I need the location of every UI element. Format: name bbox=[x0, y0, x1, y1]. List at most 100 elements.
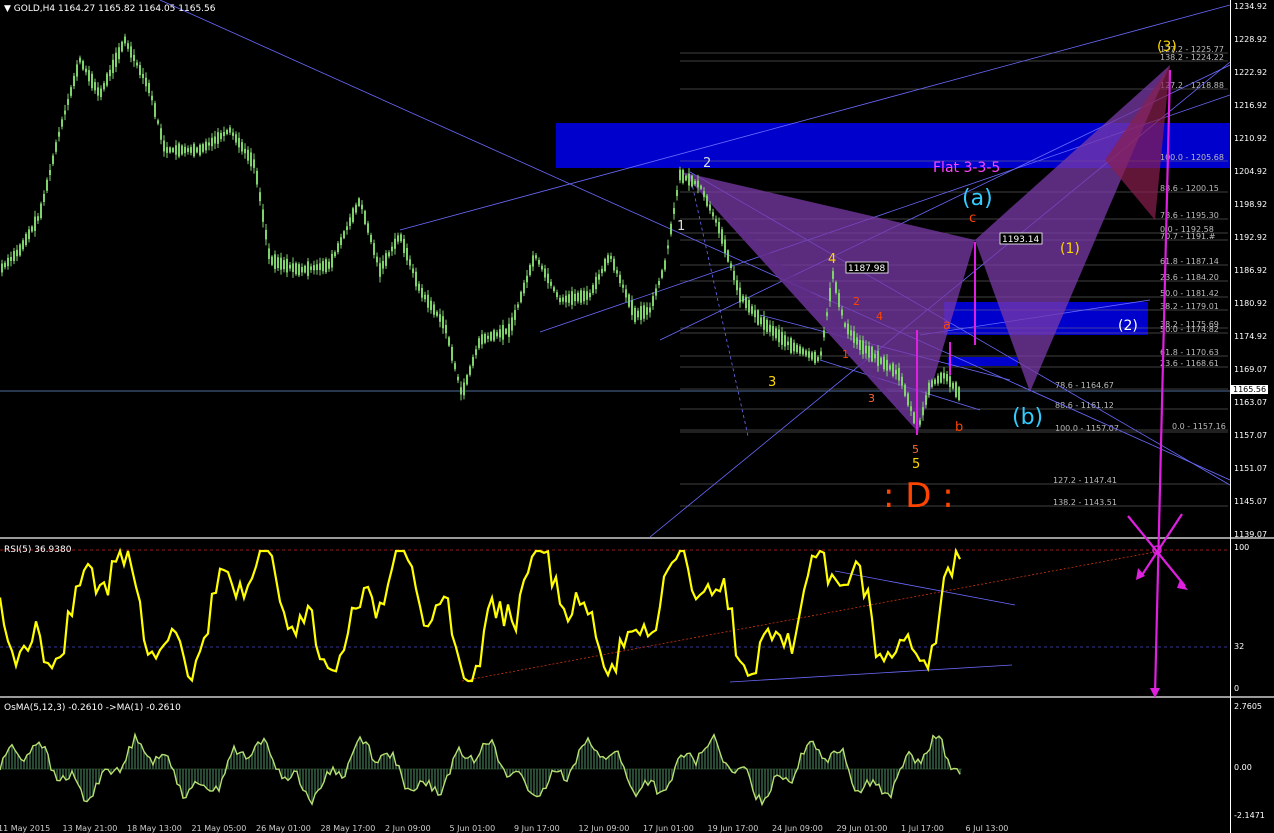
candle-body bbox=[748, 299, 750, 313]
pane-separator[interactable] bbox=[0, 537, 1274, 539]
candle-body bbox=[676, 190, 678, 196]
price-chart-pane[interactable]: 127.2 - 1225.77 138.2 - 1224.22 127.2 - 12… bbox=[0, 0, 1230, 537]
candle-body bbox=[424, 294, 426, 300]
fib-label: 100.0 - 1157.07 bbox=[1055, 424, 1119, 433]
candle-body bbox=[958, 387, 960, 401]
chart-header: ▼ GOLD,H4 1164.27 1165.82 1164.05 1165.5… bbox=[4, 4, 215, 14]
candle-body bbox=[814, 351, 816, 364]
candle-body bbox=[4, 262, 6, 268]
candle-body bbox=[622, 284, 624, 288]
candle-body bbox=[937, 375, 939, 384]
candle-body bbox=[583, 290, 585, 302]
pane-separator[interactable] bbox=[0, 696, 1274, 698]
candle-body bbox=[253, 159, 255, 168]
candle-body bbox=[487, 335, 489, 339]
candle-body bbox=[55, 142, 57, 152]
osma-canvas[interactable] bbox=[0, 699, 1230, 825]
time-label: 24 Jun 09:00 bbox=[772, 824, 823, 833]
time-label: 26 May 01:00 bbox=[256, 824, 311, 833]
osma-tick: 2.7605 bbox=[1234, 702, 1262, 711]
candle-body bbox=[370, 234, 372, 243]
candle-body bbox=[613, 258, 615, 271]
candle-body bbox=[7, 257, 9, 267]
candle-body bbox=[868, 345, 870, 358]
candle-body bbox=[163, 140, 165, 152]
fib-label: 61.8 - 1187.14 bbox=[1160, 257, 1219, 266]
candle-body bbox=[610, 255, 612, 259]
candle-body bbox=[481, 334, 483, 345]
candle-body bbox=[562, 297, 564, 302]
candle-body bbox=[112, 59, 114, 74]
candle-body bbox=[502, 325, 504, 340]
rsi-trendline bbox=[729, 664, 1013, 683]
candle-body bbox=[268, 248, 270, 259]
collapse-arrow-icon[interactable]: ▼ bbox=[4, 4, 11, 14]
candle-body bbox=[337, 243, 339, 253]
candle-body bbox=[730, 263, 732, 269]
time-label: 1 Jul 17:00 bbox=[901, 824, 944, 833]
candle-body bbox=[796, 344, 798, 353]
candle-body bbox=[301, 266, 303, 273]
candle-body bbox=[403, 238, 405, 254]
candle-body bbox=[82, 61, 84, 70]
candle-body bbox=[928, 382, 930, 395]
candle-body bbox=[718, 222, 720, 234]
candle-body bbox=[205, 141, 207, 151]
fib-label: 88.6 - 1200.15 bbox=[1160, 184, 1219, 193]
candle-body bbox=[256, 170, 258, 185]
wave-a-label: (a) bbox=[962, 186, 993, 211]
candle-body bbox=[436, 311, 438, 316]
candle-body bbox=[913, 412, 915, 424]
candle-body bbox=[466, 374, 468, 385]
price-chart-canvas[interactable]: 127.2 - 1225.77138.2 - 1224.22127.2 - 12… bbox=[0, 0, 1230, 537]
fib-label: 127.2 - 1218.88 bbox=[1160, 81, 1224, 90]
candle-body bbox=[703, 191, 705, 197]
candle-body bbox=[274, 254, 276, 270]
candle-body bbox=[595, 276, 597, 290]
osma-pane[interactable]: OsMA(5,12,3) -0.2610 ->MA(1) -0.2610 bbox=[0, 699, 1230, 825]
price-tick: 1151.07 bbox=[1234, 464, 1268, 473]
small-a-label: a bbox=[943, 318, 951, 333]
wave-num: 5 bbox=[912, 443, 919, 456]
candle-body bbox=[727, 250, 729, 262]
candle-body bbox=[463, 382, 465, 396]
rsi-canvas[interactable] bbox=[0, 541, 1230, 696]
candle-body bbox=[949, 376, 951, 388]
time-label: 5 Jun 01:00 bbox=[449, 824, 496, 833]
candle-body bbox=[325, 259, 327, 273]
candle-body bbox=[100, 88, 102, 98]
rsi-line bbox=[0, 547, 961, 683]
candle-body bbox=[832, 271, 834, 279]
candle-body bbox=[97, 87, 99, 96]
candle-body bbox=[634, 307, 636, 323]
candle-body bbox=[124, 36, 126, 44]
price-box-label: 1187.98 bbox=[848, 264, 885, 274]
small-b-label: b bbox=[955, 420, 963, 435]
candle-body bbox=[628, 294, 630, 307]
candle-body bbox=[145, 77, 147, 87]
wave-num: 4 bbox=[876, 310, 883, 323]
price-tick: 1186.92 bbox=[1234, 266, 1268, 275]
symbol-label: GOLD,H4 bbox=[13, 4, 56, 14]
candle-body bbox=[577, 292, 579, 302]
candle-body bbox=[805, 350, 807, 356]
candle-body bbox=[514, 310, 516, 320]
candle-body bbox=[313, 265, 315, 271]
candle-body bbox=[310, 266, 312, 270]
candle-body bbox=[136, 62, 138, 66]
candle-body bbox=[682, 169, 684, 184]
candle-body bbox=[763, 316, 765, 330]
candle-body bbox=[601, 268, 603, 274]
candle-body bbox=[607, 255, 609, 263]
candle-body bbox=[742, 295, 744, 302]
rsi-pane[interactable]: RSI(5) 36.9380 bbox=[0, 541, 1230, 696]
candle-body bbox=[16, 249, 18, 257]
candle-body bbox=[244, 148, 246, 154]
price-tick: 1169.07 bbox=[1234, 365, 1268, 374]
price-tick: 1216.92 bbox=[1234, 101, 1268, 110]
candle-body bbox=[127, 43, 129, 49]
candle-body bbox=[520, 291, 522, 303]
candle-body bbox=[388, 252, 390, 257]
candle-body bbox=[61, 119, 63, 127]
candle-body bbox=[298, 264, 300, 276]
